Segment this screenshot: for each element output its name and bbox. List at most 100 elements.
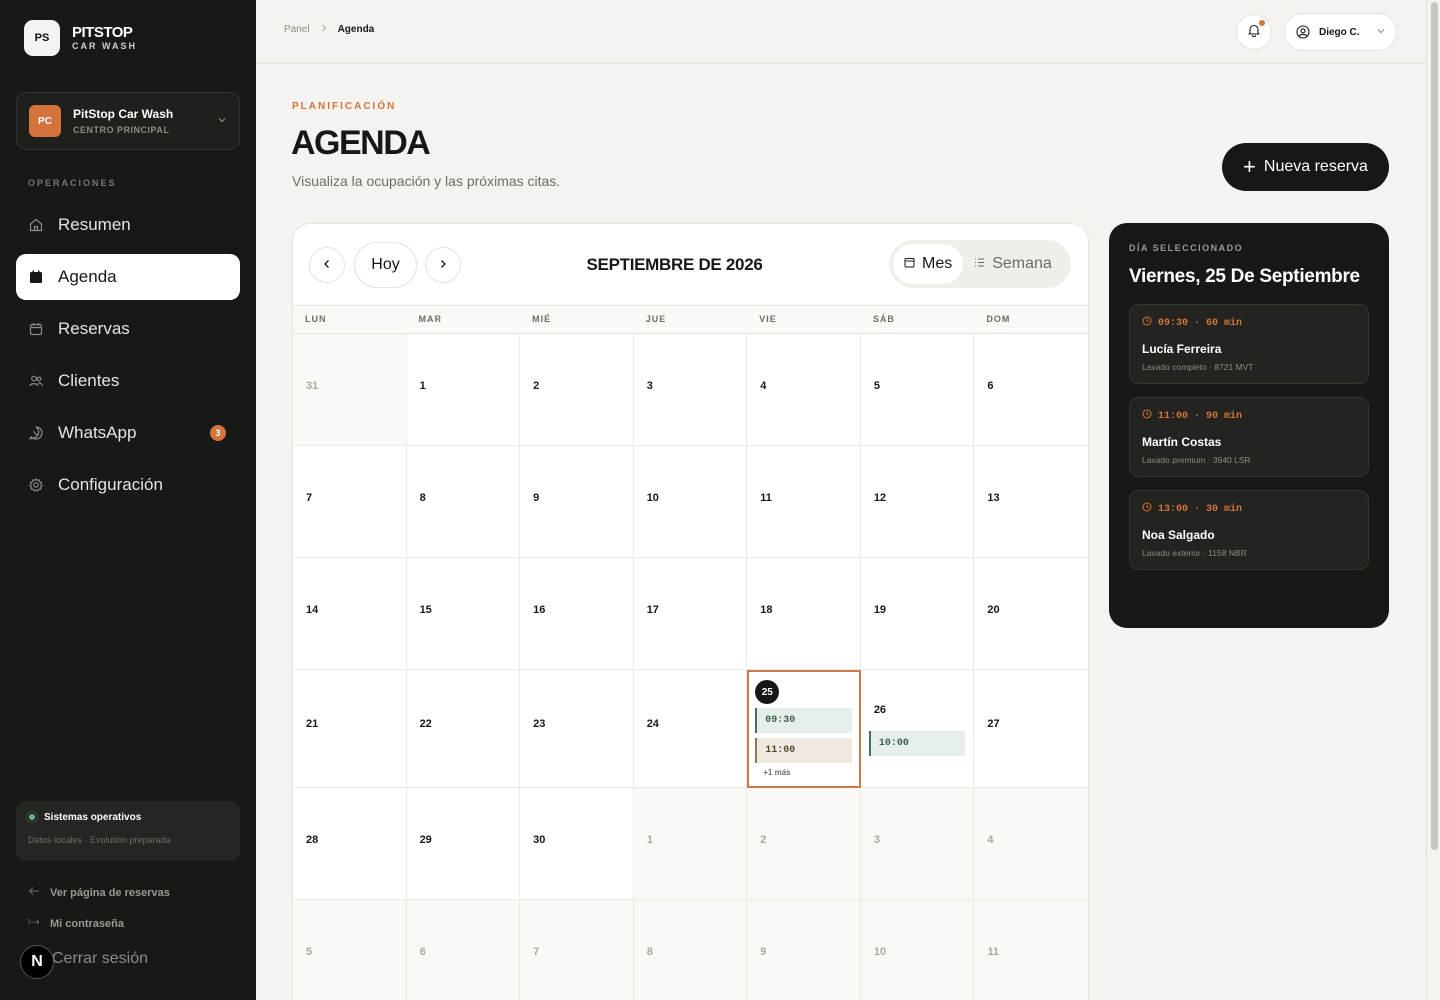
calendar-day[interactable]: 4 [974,788,1088,900]
clock-icon [1142,409,1152,423]
calendar-day[interactable]: 29 [406,788,521,900]
view-week-label: Semana [992,255,1052,272]
calendar-small-icon [904,255,915,273]
day-number: 22 [419,718,432,730]
sidebar-item-clientes[interactable]: Clientes [16,358,240,404]
appointment-card[interactable]: 11:00 · 90 min Martín Costas Lavado prem… [1129,397,1369,477]
breadcrumb-current: Agenda [337,24,375,35]
notifications-button[interactable] [1236,14,1272,50]
day-number: 27 [987,718,1000,730]
center-selector[interactable]: PC PitStop Car Wash CENTRO PRINCIPAL [16,92,240,150]
day-number: 1 [646,834,653,846]
user-menu-button[interactable]: Diego C. [1284,13,1397,51]
new-booking-button[interactable]: + Nueva reserva [1222,143,1389,191]
calendar-day[interactable]: 6 [974,334,1088,446]
view-week-button[interactable]: Semana [963,244,1063,284]
scrollbar-thumb[interactable] [1431,2,1438,850]
status-dot-icon [26,811,38,823]
calendar-outline-icon [28,321,44,337]
page-subtitle: Visualiza la ocupación y las próximas ci… [292,173,561,189]
calendar-day[interactable]: 24 [633,670,748,788]
calendar-day[interactable]: 27 [974,670,1088,788]
appointment-card[interactable]: 09:30 · 60 min Lucía Ferreira Lavado com… [1129,304,1369,384]
booking-page-link[interactable]: Ver página de reservas [28,886,170,899]
sidebar-item-label: Agenda [58,267,117,286]
sidebar-item-agenda[interactable]: Agenda [16,254,240,300]
chevron-down-icon [217,112,227,130]
calendar-day[interactable]: 26 10:00 [860,670,975,788]
day-number: 12 [873,492,887,504]
center-name: PitStop Car Wash [73,107,174,121]
appointment-description: Lavado exterior · 1158 NBR [1142,548,1247,558]
calendar-day[interactable]: 8 [406,446,521,558]
calendar-day[interactable]: 5 [860,334,975,446]
calendar-day-selected[interactable]: 25 09:30 11:00 +1 más [747,670,861,788]
calendar-day[interactable]: 1 [633,788,748,900]
calendar-day[interactable]: 2 [520,334,634,446]
calendar-day[interactable]: 14 [293,558,407,670]
calendar-day[interactable]: 18 [747,558,861,670]
password-link[interactable]: Mi contraseña [28,917,124,930]
weekday-label: SÁB [872,314,895,324]
sidebar-item-label: Clientes [58,371,120,390]
more-events-link[interactable]: +1 más [763,768,790,777]
calendar-day[interactable]: 6 [406,900,521,1000]
calendar-day[interactable]: 15 [406,558,521,670]
calendar-day[interactable]: 3 [860,788,975,900]
logout-button[interactable]: Cerrar sesión [52,950,148,968]
view-toggle: Mes Semana [889,240,1071,288]
calendar-day[interactable]: 9 [520,446,634,558]
calendar-day[interactable]: 1 [406,334,521,446]
calendar-day[interactable]: 9 [747,900,861,1000]
day-number: 10 [873,946,887,958]
calendar-day[interactable]: 23 [520,670,634,788]
appointment-time: 09:30 · 60 min [1158,317,1243,329]
calendar-day[interactable]: 11 [974,900,1088,1000]
appointment-card[interactable]: 13:00 · 30 min Noa Salgado Lavado exteri… [1129,490,1369,570]
calendar-day[interactable]: 3 [633,334,748,446]
calendar-day[interactable]: 30 [520,788,634,900]
day-number: 6 [419,946,426,958]
calendar-day[interactable]: 16 [520,558,634,670]
calendar-day[interactable]: 17 [633,558,748,670]
calendar-day[interactable]: 13 [974,446,1088,558]
calendar-day[interactable]: 28 [293,788,407,900]
calendar-day[interactable]: 5 [293,900,407,1000]
calendar-event-chip[interactable]: 11:00 [755,738,853,763]
calendar-day[interactable]: 21 [293,670,407,788]
calendar-day[interactable]: 2 [747,788,861,900]
day-number: 20 [987,604,1000,616]
sidebar-item-resumen[interactable]: Resumen [16,202,240,248]
calendar-day[interactable]: 31 [293,334,407,446]
n-avatar-badge[interactable]: N [20,945,54,979]
calendar-day[interactable]: 22 [406,670,521,788]
calendar-day[interactable]: 7 [293,446,407,558]
calendar-day[interactable]: 20 [974,558,1088,670]
calendar-day[interactable]: 12 [860,446,975,558]
sidebar-item-reservas[interactable]: Reservas [16,306,240,352]
sidebar-item-configuracion[interactable]: Configuración [16,462,240,508]
calendar-day[interactable]: 10 [860,900,975,1000]
sidebar-nav: Resumen Agenda Reservas Clientes WhatsAp… [16,202,240,514]
calendar-event-chip[interactable]: 10:00 [868,731,965,756]
page-scrollbar[interactable] [1426,0,1440,1000]
brand-logo[interactable]: PS PITSTOP CAR WASH [24,20,137,56]
calendar-day[interactable]: 4 [747,334,861,446]
brand-title: PITSTOP [72,23,133,41]
sidebar-item-whatsapp[interactable]: WhatsApp 3 [16,410,240,456]
day-number: 4 [987,834,994,846]
breadcrumb-root[interactable]: Panel [284,24,310,35]
sidebar: PS PITSTOP CAR WASH PC PitStop Car Wash … [0,0,256,1000]
center-badge: PC [29,105,61,137]
brand-subtitle: CAR WASH [72,40,137,51]
calendar-event-chip[interactable]: 09:30 [755,708,853,733]
calendar-day[interactable]: 7 [520,900,634,1000]
calendar-day[interactable]: 19 [860,558,975,670]
home-icon [28,217,44,233]
day-number: 4 [760,380,767,392]
view-month-button[interactable]: Mes [893,244,964,284]
calendar-day[interactable]: 8 [633,900,748,1000]
calendar-day[interactable]: 11 [747,446,861,558]
view-month-label: Mes [922,255,953,272]
calendar-day[interactable]: 10 [633,446,748,558]
